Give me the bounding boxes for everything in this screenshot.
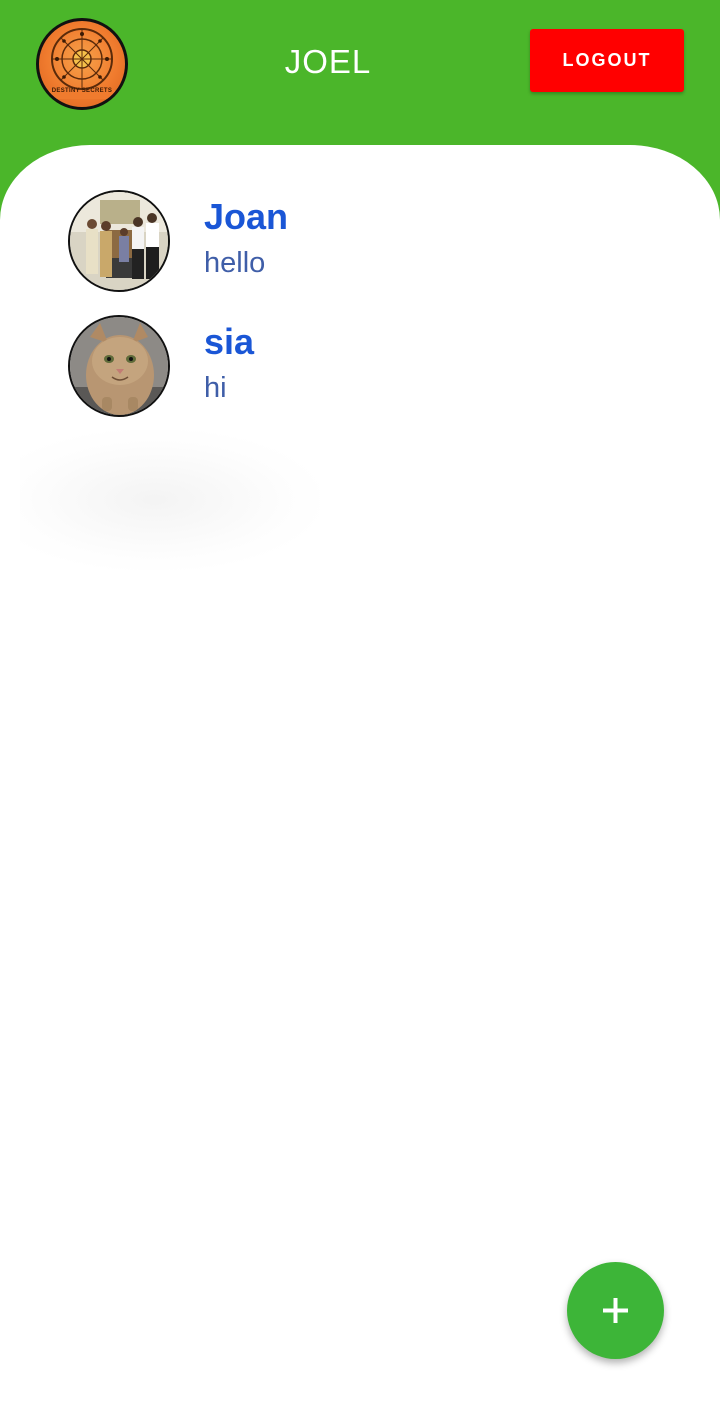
group-photo-avatar-icon — [70, 192, 168, 290]
avatar — [68, 315, 170, 417]
app-screen: DESTINY SECRETS JOEL LOGOUT Joan hello s… — [0, 0, 720, 1410]
chat-list-item-sia[interactable]: sia hi — [0, 315, 720, 433]
cat-photo-avatar-icon — [70, 317, 168, 415]
plus-icon — [603, 1298, 628, 1323]
chat-list-panel: Joan hello sia hi — [0, 145, 720, 1410]
logo-text: DESTINY SECRETS — [51, 88, 113, 94]
blurred-area — [20, 430, 320, 570]
chat-last-message: hi — [204, 372, 227, 404]
logout-button[interactable]: LOGOUT — [530, 29, 684, 92]
chat-name: sia — [204, 321, 255, 362]
avatar — [68, 190, 170, 292]
chat-last-message: hello — [204, 247, 266, 279]
chat-list-item-joan[interactable]: Joan hello — [0, 190, 720, 308]
chat-name: Joan — [204, 196, 289, 237]
new-chat-button[interactable] — [567, 1262, 664, 1359]
